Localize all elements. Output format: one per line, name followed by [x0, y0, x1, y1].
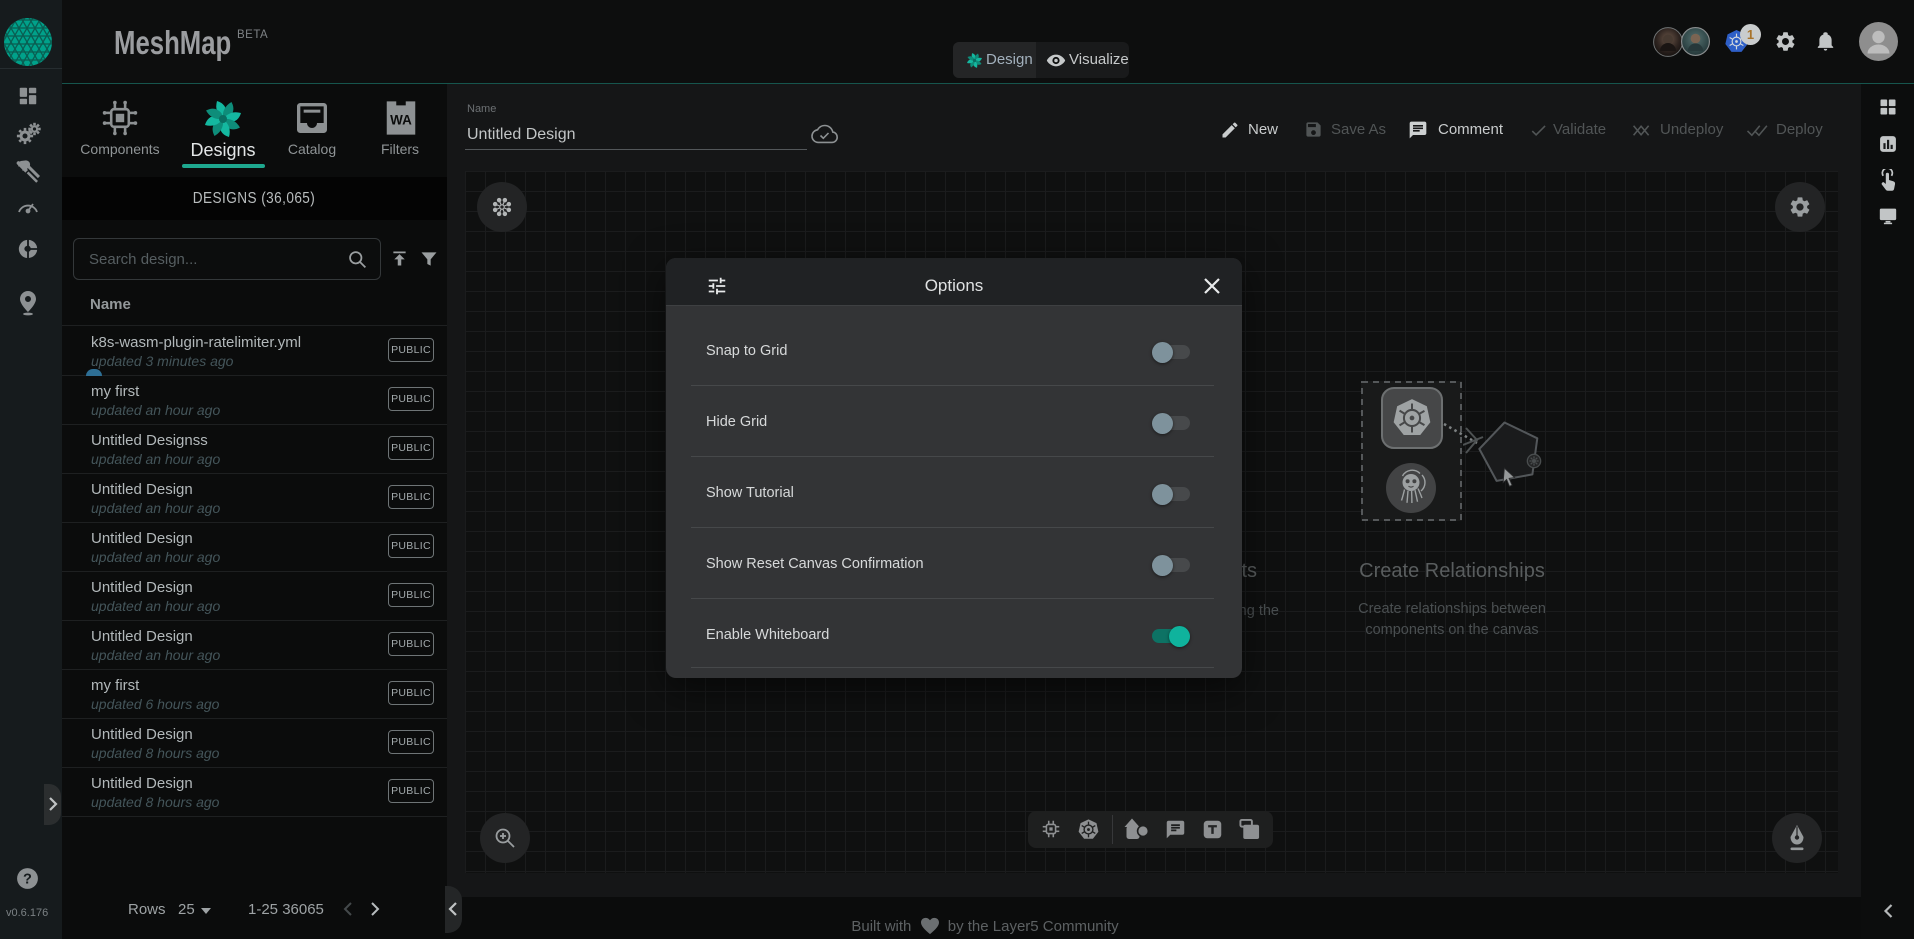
svg-text:WA: WA [390, 112, 412, 127]
svg-text:?: ? [23, 872, 32, 888]
